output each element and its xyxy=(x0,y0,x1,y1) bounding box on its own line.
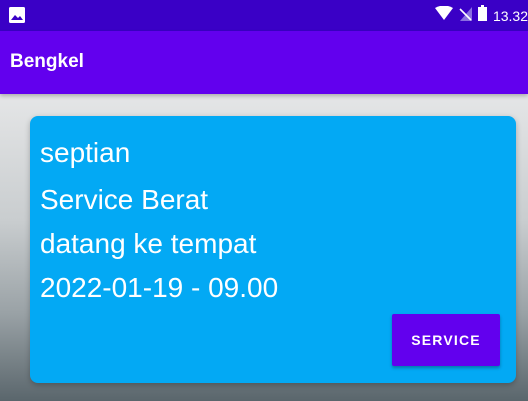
app-title: Bengkel xyxy=(10,51,84,72)
service-schedule: 2022-01-19 - 09.00 xyxy=(40,272,279,303)
service-location: datang ke tempat xyxy=(40,228,257,259)
wifi-icon xyxy=(434,5,453,25)
customer-name: septian xyxy=(40,137,131,168)
status-bar: 13.32 xyxy=(0,0,528,31)
image-icon xyxy=(9,7,25,23)
status-icons: 13.32 xyxy=(434,0,528,31)
app-bar: Bengkel xyxy=(0,31,528,94)
booking-card: septian Service Berat datang ke tempat 2… xyxy=(30,116,516,383)
battery-icon xyxy=(477,5,487,26)
service-type: Service Berat xyxy=(40,184,209,215)
status-time: 13.32 xyxy=(492,7,528,24)
service-button[interactable]: SERVICE xyxy=(392,314,500,366)
no-sim-icon xyxy=(459,6,472,26)
